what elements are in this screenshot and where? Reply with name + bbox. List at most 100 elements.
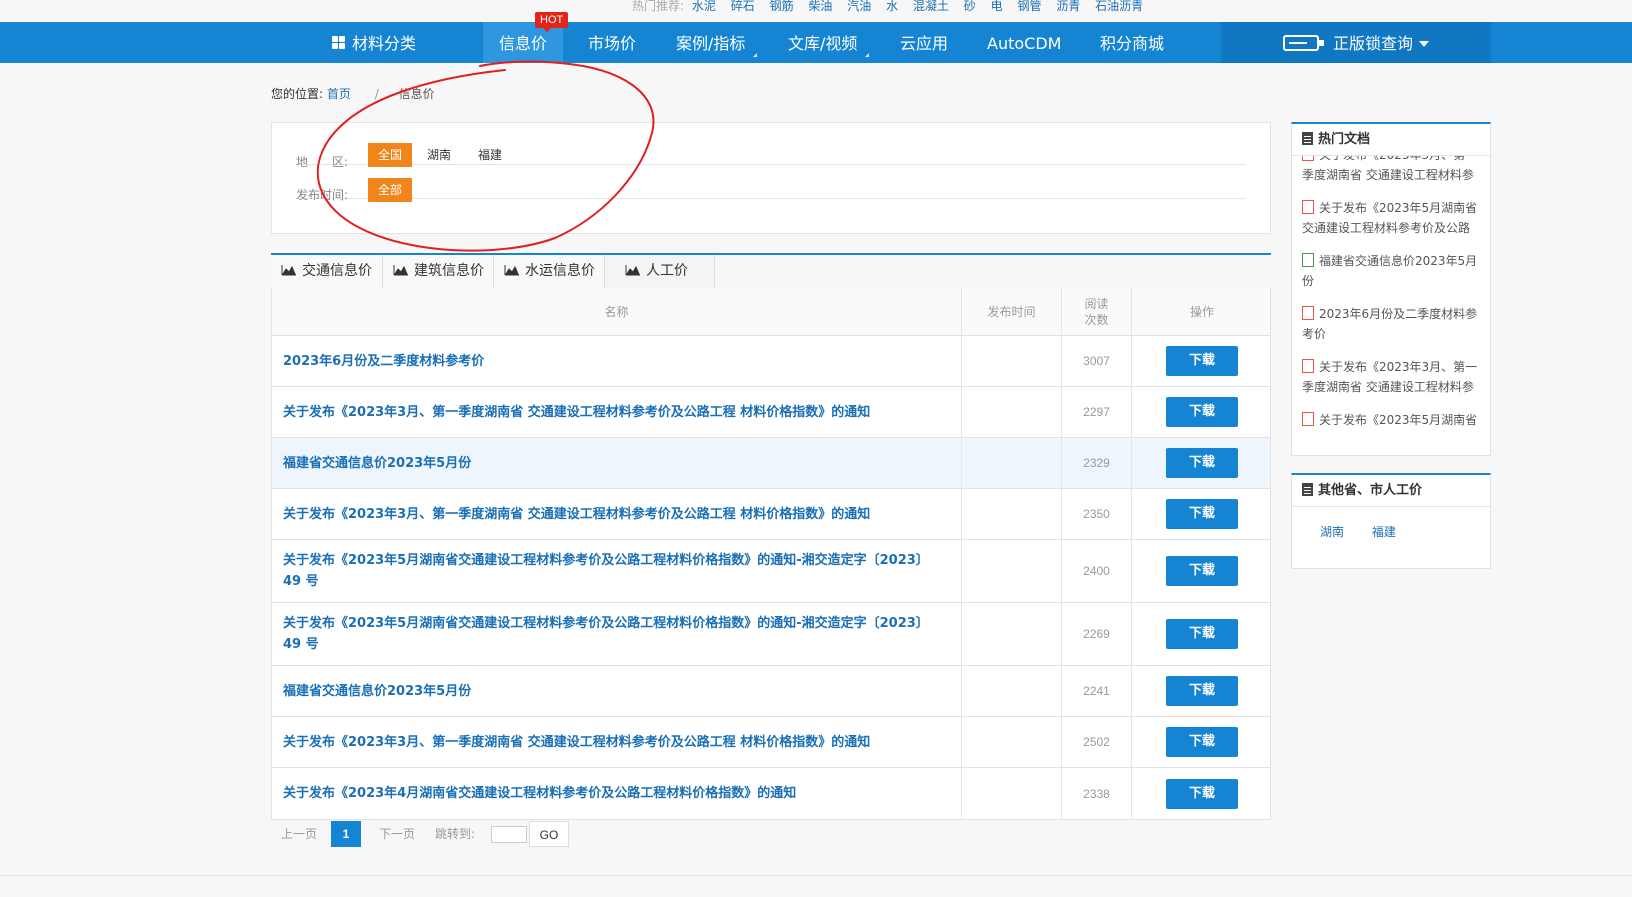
publish-time — [962, 603, 1062, 665]
hot-doc-item[interactable]: 关于发布《2023年5月湖南省交通建设工程材料参考价及公路 — [1302, 198, 1480, 238]
hot-word-link[interactable]: 水 — [886, 0, 898, 13]
hot-word-link[interactable]: 汽油 — [847, 0, 871, 13]
nav-case-index[interactable]: 案例/指标 — [660, 22, 761, 63]
hot-word-link[interactable]: 混凝土 — [913, 0, 949, 13]
region-option-hunan[interactable]: 湖南 — [417, 143, 461, 167]
download-button[interactable]: 下载 — [1166, 619, 1238, 649]
province-link-hunan[interactable]: 湖南 — [1320, 525, 1344, 539]
pdf-file-icon — [1302, 156, 1314, 161]
doc-title-link[interactable]: 关于发布《2023年3月、第一季度湖南省 交通建设工程材料参考价及公路工程 材料… — [283, 402, 870, 423]
doc-title-link[interactable]: 福建省交通信息价2023年5月份 — [283, 681, 471, 702]
region-option-all[interactable]: 全国 — [368, 143, 413, 167]
nav-material-category[interactable]: 材料分类 — [316, 22, 432, 63]
time-filter-label: 发布时间: — [296, 188, 349, 202]
download-button[interactable]: 下载 — [1166, 448, 1238, 478]
download-button[interactable]: 下载 — [1166, 727, 1238, 757]
prev-page-button[interactable]: 上一页 — [281, 821, 317, 847]
header-name: 名称 — [272, 288, 962, 336]
view-count: 3007 — [1062, 336, 1132, 386]
hot-doc-item[interactable]: 2023年6月份及二季度材料参考价 — [1302, 304, 1480, 344]
hot-word-link[interactable]: 砂 — [964, 0, 976, 13]
category-tabs: 交通信息价 建筑信息价 水运信息价 人工价 — [271, 253, 1271, 288]
doc-title-link[interactable]: 关于发布《2023年5月湖南省交通建设工程材料参考价及公路工程材料价格指数》的通… — [283, 613, 941, 655]
jump-to-label: 跳转到: — [435, 827, 476, 841]
nav-label: 市场价 — [588, 34, 637, 53]
pdf-file-icon — [1302, 359, 1314, 373]
hot-word-link[interactable]: 钢管 — [1017, 0, 1041, 13]
table-row: 福建省交通信息价2023年5月份 2241 下载 — [272, 666, 1270, 717]
nav-cloud-app[interactable]: 云应用 — [884, 22, 964, 63]
publish-time — [962, 540, 1062, 602]
table-row: 关于发布《2023年3月、第一季度湖南省 交通建设工程材料参考价及公路工程 材料… — [272, 489, 1270, 540]
nav-market-price[interactable]: 市场价 — [572, 22, 652, 63]
view-count: 2400 — [1062, 540, 1132, 602]
price-table: 名称 发布时间 阅读次数 操作 2023年6月份及二季度材料参考价 3007 下… — [271, 288, 1271, 820]
hot-doc-item[interactable]: 关于发布《2023年3月、第一季度湖南省 交通建设工程材料参 — [1302, 156, 1480, 185]
breadcrumb-home-link[interactable]: 首页 — [327, 87, 351, 101]
table-row: 2023年6月份及二季度材料参考价 3007 下载 — [272, 336, 1270, 387]
hot-doc-item[interactable]: 关于发布《2023年5月湖南省 — [1302, 410, 1480, 430]
hot-doc-text: 关于发布《2023年3月、第一季度湖南省 交通建设工程材料参 — [1302, 156, 1477, 182]
hot-docs-title: 热门文档 — [1318, 132, 1371, 147]
hot-doc-item[interactable]: 福建省交通信息价2023年5月份 — [1302, 251, 1480, 291]
header-views: 阅读次数 — [1062, 288, 1132, 336]
province-link-fujian[interactable]: 福建 — [1372, 525, 1396, 539]
lock-query-label: 正版锁查询 — [1333, 34, 1414, 53]
lock-query-dropdown[interactable]: 正版锁查询 — [1221, 22, 1491, 63]
hot-word-link[interactable]: 柴油 — [808, 0, 832, 13]
download-button[interactable]: 下载 — [1166, 346, 1238, 376]
hot-word-link[interactable]: 沥青 — [1056, 0, 1080, 13]
region-option-fujian[interactable]: 福建 — [468, 143, 512, 167]
doc-title-link[interactable]: 福建省交通信息价2023年5月份 — [283, 453, 471, 474]
hot-docs-list: 关于发布《2023年3月、第一季度湖南省 交通建设工程材料参 关于发布《2023… — [1292, 156, 1490, 448]
nav-label: 云应用 — [900, 34, 949, 53]
hot-docs-title-row: 热门文档 — [1292, 124, 1490, 156]
publish-time — [962, 717, 1062, 767]
doc-title-link[interactable]: 关于发布《2023年4月湖南省交通建设工程材料参考价及公路工程材料价格指数》的通… — [283, 783, 796, 804]
publish-time — [962, 438, 1062, 488]
chevron-down-icon — [1419, 41, 1430, 47]
usb-key-icon — [1283, 35, 1324, 51]
hot-word-link[interactable]: 水泥 — [692, 0, 716, 13]
hot-word-link[interactable]: 钢筋 — [770, 0, 794, 13]
download-button[interactable]: 下载 — [1166, 556, 1238, 586]
download-button[interactable]: 下载 — [1166, 778, 1238, 809]
document-icon — [1302, 483, 1313, 496]
jump-page-input[interactable] — [491, 826, 527, 843]
table-row: 福建省交通信息价2023年5月份 2329 下载 — [272, 438, 1270, 489]
nav-label: 积分商城 — [1100, 34, 1165, 53]
download-button[interactable]: 下载 — [1166, 676, 1238, 706]
labor-title: 其他省、市人工价 — [1318, 483, 1423, 498]
nav-info-price[interactable]: 信息价 HOT — [483, 12, 569, 63]
doc-title-link[interactable]: 关于发布《2023年3月、第一季度湖南省 交通建设工程材料参考价及公路工程 材料… — [283, 504, 870, 525]
hot-word-link[interactable]: 碎石 — [731, 0, 755, 13]
nav-points-mall[interactable]: 积分商城 — [1084, 22, 1180, 63]
tab-waterway-price[interactable]: 水运信息价 — [494, 255, 605, 288]
download-button[interactable]: 下载 — [1166, 499, 1238, 529]
go-button[interactable]: GO — [529, 821, 569, 847]
doc-title-link[interactable]: 关于发布《2023年5月湖南省交通建设工程材料参考价及公路工程材料价格指数》的通… — [283, 550, 941, 592]
breadcrumb-label: 您的位置: — [271, 87, 324, 101]
nav-library-video[interactable]: 文库/视频 — [772, 22, 873, 63]
time-option-all[interactable]: 全部 — [368, 178, 413, 202]
area-chart-icon — [281, 265, 296, 276]
doc-title-link[interactable]: 2023年6月份及二季度材料参考价 — [283, 351, 484, 372]
download-button[interactable]: 下载 — [1166, 397, 1238, 427]
view-count: 2241 — [1062, 666, 1132, 716]
hot-word-link[interactable]: 电 — [991, 0, 1003, 13]
hot-doc-item[interactable]: 关于发布《2023年3月、第一季度湖南省 交通建设工程材料参 — [1302, 357, 1480, 397]
table-row: 关于发布《2023年3月、第一季度湖南省 交通建设工程材料参考价及公路工程 材料… — [272, 717, 1270, 768]
doc-title-link[interactable]: 关于发布《2023年3月、第一季度湖南省 交通建设工程材料参考价及公路工程 材料… — [283, 732, 870, 753]
corner-caret-icon — [753, 53, 758, 57]
table-row: 关于发布《2023年4月湖南省交通建设工程材料参考价及公路工程材料价格指数》的通… — [272, 768, 1270, 819]
nav-autocdm[interactable]: AutoCDM — [971, 22, 1077, 63]
nav-label: 材料分类 — [352, 34, 417, 53]
hot-word-link[interactable]: 石油沥青 — [1095, 0, 1143, 13]
page-number-current[interactable]: 1 — [331, 821, 361, 847]
tab-labor-price[interactable]: 人工价 — [605, 255, 715, 288]
next-page-button[interactable]: 下一页 — [379, 821, 415, 847]
tab-building-price[interactable]: 建筑信息价 — [383, 255, 494, 288]
top-nav: 材料分类 信息价 HOT 市场价 案例/指标 文库/视频 云应用 AutoCDM… — [0, 12, 1632, 63]
view-count: 2297 — [1062, 387, 1132, 437]
tab-traffic-price[interactable]: 交通信息价 — [271, 255, 383, 288]
